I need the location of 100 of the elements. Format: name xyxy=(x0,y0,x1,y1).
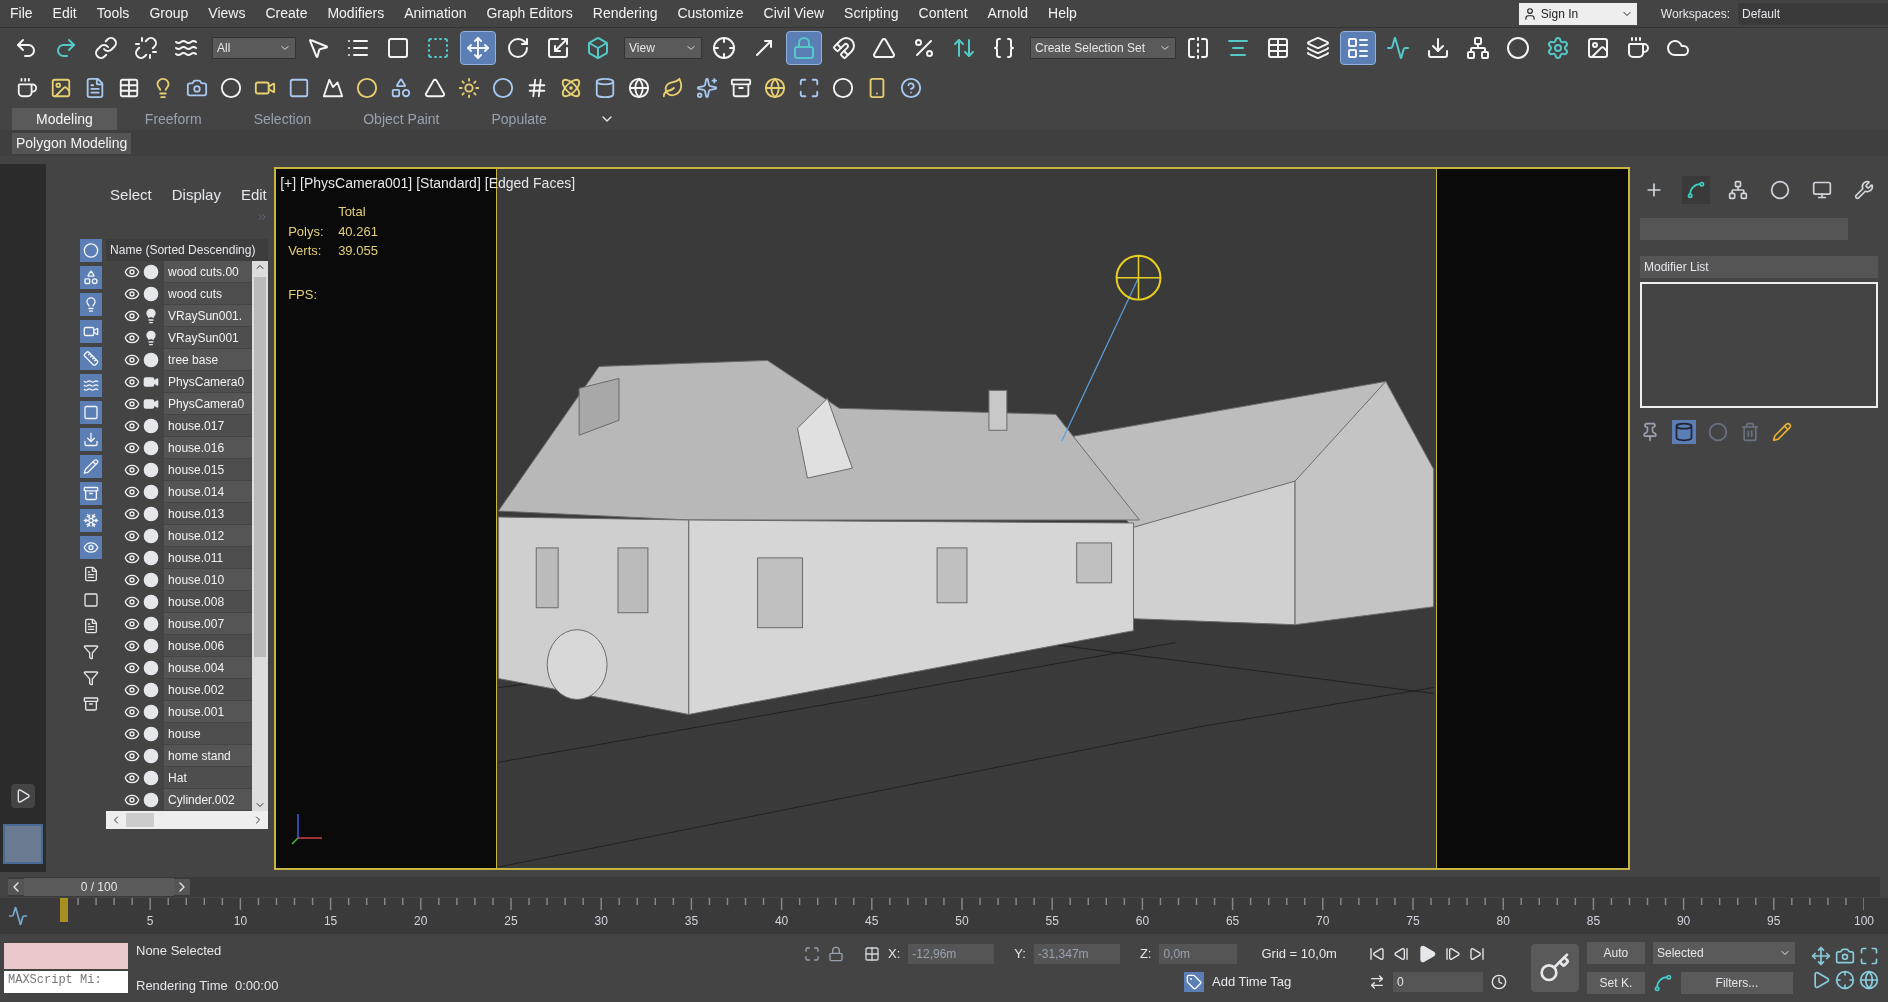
ball-icon[interactable] xyxy=(764,77,786,99)
object-name[interactable]: wood cuts xyxy=(164,283,253,304)
object-name[interactable]: VRaySun001. xyxy=(164,305,253,326)
object-name[interactable]: house.001 xyxy=(164,701,253,722)
explorer-menu-item[interactable]: Display xyxy=(171,184,221,207)
object-name[interactable]: house.010 xyxy=(164,569,253,590)
next-frame-icon[interactable] xyxy=(1444,946,1461,962)
frame-field[interactable]: 0 xyxy=(1392,972,1483,992)
globe-icon[interactable] xyxy=(1858,970,1879,990)
scroll-thumb[interactable] xyxy=(126,812,155,827)
menu-item[interactable]: Content xyxy=(908,3,978,24)
ribbon-tab[interactable]: Object Paint xyxy=(339,108,464,130)
edit-icon[interactable] xyxy=(1772,422,1792,442)
time-config-icon[interactable] xyxy=(1490,974,1507,990)
column-header[interactable]: Name (Sorted Descending) xyxy=(106,238,269,261)
menu-item[interactable]: Civil View xyxy=(753,3,835,24)
curve-editor-icon[interactable] xyxy=(8,906,28,926)
ribbon-panel-label[interactable]: Polygon Modeling xyxy=(12,132,132,154)
ruler-icon[interactable] xyxy=(80,346,103,370)
tangent-icon[interactable] xyxy=(1652,973,1673,993)
time-tag-icon[interactable] xyxy=(1184,972,1204,992)
viewport-label[interactable]: [Standard] xyxy=(416,173,481,194)
maxscript-listener-field[interactable]: MAXScript Mi: xyxy=(4,971,128,993)
object-name[interactable]: Cylinder.002 xyxy=(164,789,253,810)
menu-item[interactable]: File xyxy=(0,3,43,24)
pencil-icon[interactable] xyxy=(80,454,103,478)
shapes-icon[interactable] xyxy=(390,77,412,99)
teapot-icon[interactable] xyxy=(16,77,38,99)
menu-item[interactable]: Group xyxy=(139,3,199,24)
sun-icon[interactable] xyxy=(458,77,480,99)
atom-icon[interactable] xyxy=(560,77,582,99)
table-icon[interactable] xyxy=(118,77,140,99)
toolbar-button[interactable] xyxy=(1340,31,1376,65)
object-name[interactable]: tree base xyxy=(164,349,253,370)
waves-icon[interactable] xyxy=(80,373,103,397)
time-slider-track[interactable]: 0 / 100 xyxy=(8,877,1880,897)
crosshair-icon[interactable] xyxy=(1834,970,1855,990)
time-marker[interactable] xyxy=(60,898,68,922)
object-name[interactable]: house.006 xyxy=(164,635,253,656)
image-icon[interactable] xyxy=(50,77,72,99)
circle-icon[interactable] xyxy=(356,77,378,99)
toolbar-button[interactable] xyxy=(460,31,496,65)
menu-item[interactable]: Arnold xyxy=(977,3,1039,24)
menu-item[interactable]: Tools xyxy=(86,3,140,24)
menu-item[interactable]: Create xyxy=(255,3,318,24)
object-name[interactable]: VRaySun001 xyxy=(164,327,253,348)
dropdown[interactable]: Create Selection Set xyxy=(1030,37,1176,59)
video-icon[interactable] xyxy=(80,319,103,343)
ribbon-tab[interactable]: Modeling xyxy=(12,108,117,130)
sphere-icon[interactable] xyxy=(220,77,242,99)
prev-frame-icon[interactable] xyxy=(8,879,24,895)
ribbon-tab[interactable]: Selection xyxy=(229,108,336,130)
viewport-label[interactable]: [+] xyxy=(280,173,297,194)
command-tab[interactable] xyxy=(1682,176,1710,204)
modifier-list-dropdown[interactable]: Modifier List xyxy=(1640,256,1878,278)
object-name[interactable]: wood cuts.00 xyxy=(164,261,253,282)
add-time-tag[interactable]: Add Time Tag xyxy=(1212,972,1292,992)
macro-recorder-field[interactable] xyxy=(4,943,128,969)
explorer-menu-item[interactable]: Edit xyxy=(240,184,267,207)
menu-item[interactable]: Edit xyxy=(42,3,87,24)
menu-item[interactable]: Modifiers xyxy=(317,3,395,24)
object-name[interactable]: house.011 xyxy=(164,547,253,568)
object-name[interactable]: PhysCamera0 xyxy=(164,371,253,392)
archive-icon[interactable] xyxy=(730,77,752,99)
object-name[interactable]: Hat xyxy=(164,767,253,788)
go-to-end-icon[interactable] xyxy=(1468,946,1485,962)
object-name[interactable]: house.017 xyxy=(164,415,253,436)
object-name[interactable]: house.015 xyxy=(164,459,253,480)
modifier-stack[interactable] xyxy=(1640,282,1878,408)
snowflake-icon[interactable] xyxy=(80,508,103,532)
set-key-button[interactable]: Set K. xyxy=(1586,972,1645,994)
lock-icon[interactable] xyxy=(828,946,844,962)
scroll-thumb[interactable] xyxy=(254,276,267,657)
shapes-icon[interactable] xyxy=(80,265,103,289)
menu-item[interactable]: Views xyxy=(198,3,256,24)
key-filter-dropdown[interactable]: Selected xyxy=(1652,942,1795,964)
cylinder-icon[interactable] xyxy=(1672,420,1696,444)
camera-icon[interactable] xyxy=(1834,946,1855,966)
dropdown[interactable]: View xyxy=(624,37,702,59)
object-name[interactable]: house.007 xyxy=(164,613,253,634)
go-to-start-icon[interactable] xyxy=(1368,946,1385,962)
scrollbar[interactable] xyxy=(252,260,269,811)
object-name[interactable]: house.016 xyxy=(164,437,253,458)
pin-icon[interactable] xyxy=(1640,422,1660,442)
filters-button[interactable]: Filters... xyxy=(1680,972,1793,994)
square-icon[interactable] xyxy=(80,400,103,424)
help-icon[interactable] xyxy=(900,77,922,99)
transform-mode-icon[interactable] xyxy=(864,946,880,962)
object-name[interactable]: house.002 xyxy=(164,679,253,700)
hash-icon[interactable] xyxy=(526,77,548,99)
sign-in-dropdown[interactable]: Sign In xyxy=(1518,2,1637,25)
menu-item[interactable]: Rendering xyxy=(582,3,668,24)
set-key-icon[interactable] xyxy=(1530,944,1579,992)
sparkles-icon[interactable] xyxy=(696,77,718,99)
object-name[interactable]: house.014 xyxy=(164,481,253,502)
square-icon[interactable] xyxy=(288,77,310,99)
leaf-icon[interactable] xyxy=(662,77,684,99)
workspace-dropdown[interactable]: Default xyxy=(1738,2,1888,25)
eye-icon[interactable] xyxy=(80,535,103,559)
next-frame-icon[interactable] xyxy=(174,879,190,895)
